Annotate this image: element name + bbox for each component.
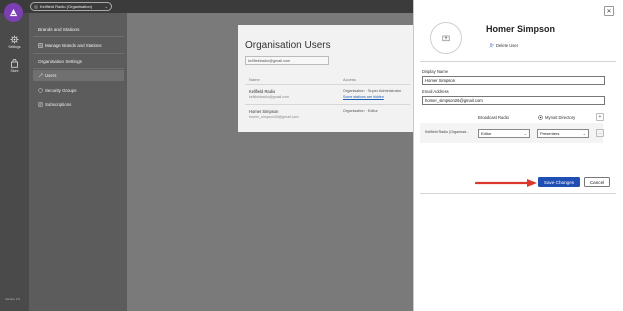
role-select[interactable]: Editor ⌄ xyxy=(478,129,530,138)
shield-icon xyxy=(38,88,43,93)
page-title: Organisation Users xyxy=(245,40,331,51)
receipt-icon xyxy=(38,102,43,107)
panel-divider xyxy=(420,193,616,194)
more-icon: ··· xyxy=(598,130,602,136)
nav-heading-brands[interactable]: Brands and Stations xyxy=(33,24,124,35)
nav-heading-organisation[interactable]: Organisation Settings xyxy=(33,56,124,67)
nav-item-subscriptions[interactable]: Subscriptions xyxy=(33,99,124,110)
add-assignment-button[interactable]: + xyxy=(596,113,604,121)
nav-item-security-groups-label: Security Groups xyxy=(45,88,77,93)
upload-photo-icon xyxy=(442,35,450,42)
chevron-down-icon: ⌄ xyxy=(523,131,527,136)
rail-item-store[interactable]: Store xyxy=(0,59,29,73)
left-rail: Settings Store Version 2.0 xyxy=(0,13,29,311)
app-logo xyxy=(4,3,23,22)
store-icon xyxy=(11,59,18,68)
annotation-arrow-icon xyxy=(475,179,537,187)
table-row-access: Organisation · Super Administrator xyxy=(343,89,402,93)
nav-item-security-groups[interactable]: Security Groups xyxy=(33,85,124,96)
assignment-more-button[interactable]: ··· xyxy=(596,129,604,137)
chevron-down-icon: ⌄ xyxy=(582,131,586,136)
version-text: Version 2.0 xyxy=(5,297,21,301)
mynoit-logo-icon xyxy=(538,115,543,120)
broadcast-radio-header: Broadcast Radio xyxy=(478,115,509,120)
gear-icon xyxy=(10,35,19,44)
delete-user-icon xyxy=(489,43,494,48)
nav-divider xyxy=(33,36,124,37)
nav-item-users[interactable]: Users xyxy=(33,70,124,81)
main-content: Organisation Users kellfieldradio@gmail.… xyxy=(127,13,413,311)
rail-store-label: Store xyxy=(10,69,19,73)
nav-heading-organisation-label: Organisation Settings xyxy=(38,59,82,64)
close-icon: ✕ xyxy=(606,8,612,15)
rail-item-settings[interactable]: Settings xyxy=(0,35,29,49)
nav-divider xyxy=(33,68,124,69)
mynoit-directory-header: Mynoit Directory xyxy=(538,115,575,120)
hidden-stations-link[interactable]: Some stations are hidden xyxy=(343,95,384,99)
panel-divider xyxy=(420,61,616,62)
nav-item-manage-brands[interactable]: Manage Brands and Stations xyxy=(33,40,124,51)
table-row-email: kellfieldradio@gmail.com xyxy=(249,95,289,99)
table-row-name[interactable]: Kellfield Radio xyxy=(249,89,275,94)
table-row-name[interactable]: Homer Simpson xyxy=(249,109,278,114)
cancel-button[interactable]: Cancel xyxy=(584,177,610,187)
user-display-name-heading: Homer Simpson xyxy=(486,24,556,34)
mynoit-group-select[interactable]: Presenters ⌄ xyxy=(537,129,589,138)
organisation-avatar xyxy=(34,4,38,9)
email-field[interactable]: homer_simpson26@gmail.com xyxy=(422,96,605,105)
settings-nav: Brands and Stations Manage Brands and St… xyxy=(29,13,127,311)
display-name-label: Display Name xyxy=(422,69,449,74)
mynoit-directory-header-label: Mynoit Directory xyxy=(545,115,576,120)
list-icon xyxy=(38,43,43,48)
plus-icon: + xyxy=(598,114,602,120)
role-select-value: Editor xyxy=(481,131,492,136)
table-row-access: Organisation · Editor xyxy=(343,109,378,113)
organisation-selector[interactable]: Kellfield Radio (Organisation) ⌄ xyxy=(30,2,112,11)
search-input[interactable]: kellfieldradio@gmail.com xyxy=(245,56,329,65)
avatar[interactable] xyxy=(430,22,462,54)
delete-user-button[interactable]: Delete User xyxy=(489,43,518,48)
rail-settings-label: Settings xyxy=(8,45,21,49)
email-label: Email Address xyxy=(422,89,449,94)
assignment-row-label: Kellfield Radio (Organisat... xyxy=(425,130,469,134)
column-header-name: Name xyxy=(249,77,260,82)
top-bar: Kellfield Radio (Organisation) ⌄ xyxy=(0,0,413,13)
nav-item-subscriptions-label: Subscriptions xyxy=(45,102,72,107)
users-icon xyxy=(38,73,43,78)
logo-icon xyxy=(9,8,18,17)
nav-heading-brands-label: Brands and Stations xyxy=(38,27,80,32)
nav-item-manage-brands-label: Manage Brands and Stations xyxy=(45,43,102,48)
close-button[interactable]: ✕ xyxy=(604,6,614,16)
column-header-access: Access xyxy=(343,77,356,82)
display-name-field[interactable]: Homer Simpson xyxy=(422,76,605,85)
delete-user-label: Delete User xyxy=(496,43,519,48)
edit-user-panel: ✕ Homer Simpson Delete User Display Name… xyxy=(413,0,623,311)
chevron-down-icon: ⌄ xyxy=(104,4,108,9)
save-changes-button[interactable]: Save Changes xyxy=(538,177,580,187)
nav-divider xyxy=(33,53,124,54)
users-card: Organisation Users kellfieldradio@gmail.… xyxy=(238,25,413,132)
organisation-selector-label: Kellfield Radio (Organisation) xyxy=(40,4,93,9)
table-row-email: homer_simpson26@gmail.com xyxy=(249,115,299,119)
mynoit-group-select-value: Presenters xyxy=(540,131,560,136)
nav-item-users-label: Users xyxy=(45,73,57,78)
